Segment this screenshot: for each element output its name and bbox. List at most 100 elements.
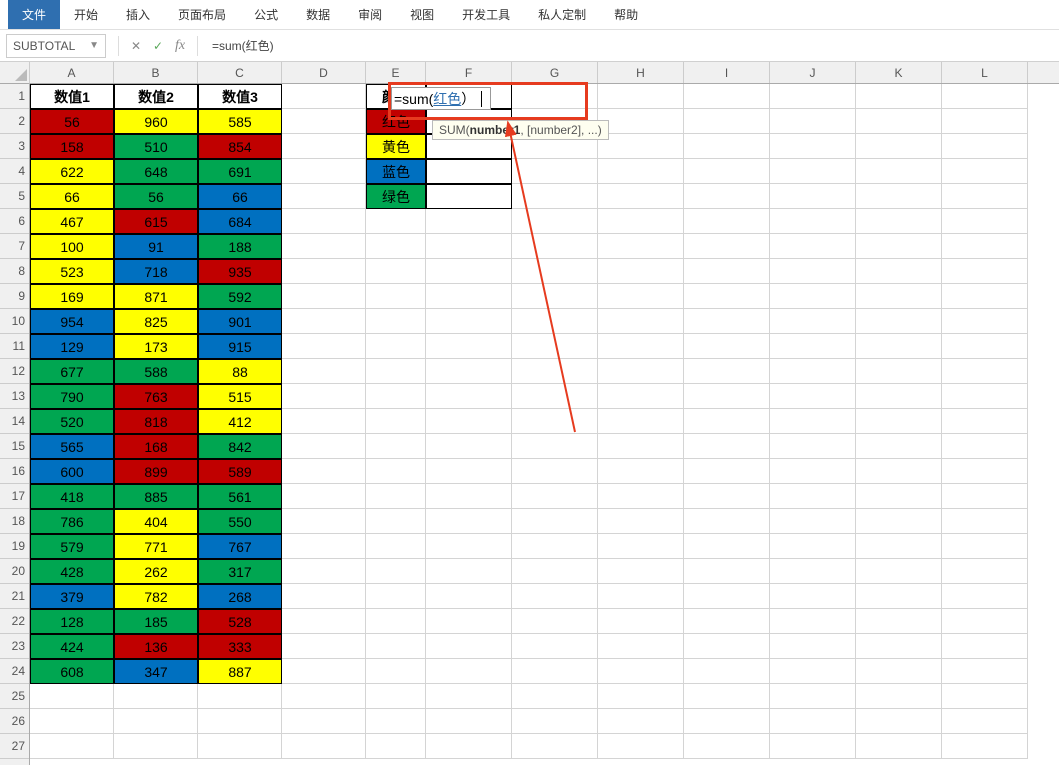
- cell-L10[interactable]: [942, 309, 1028, 334]
- cell-H11[interactable]: [598, 334, 684, 359]
- cell-G21[interactable]: [512, 584, 598, 609]
- row-header-16[interactable]: 16: [0, 459, 29, 484]
- cell-G13[interactable]: [512, 384, 598, 409]
- menu-文件[interactable]: 文件: [8, 0, 60, 29]
- cell-B26[interactable]: [114, 709, 198, 734]
- cell-E25[interactable]: [366, 684, 426, 709]
- cell-B14[interactable]: 818: [114, 409, 198, 434]
- cell-H26[interactable]: [598, 709, 684, 734]
- cell-I25[interactable]: [684, 684, 770, 709]
- cell-G17[interactable]: [512, 484, 598, 509]
- row-header-9[interactable]: 9: [0, 284, 29, 309]
- cell-K4[interactable]: [856, 159, 942, 184]
- row-header-21[interactable]: 21: [0, 584, 29, 609]
- cell-G24[interactable]: [512, 659, 598, 684]
- cell-I23[interactable]: [684, 634, 770, 659]
- cell-L14[interactable]: [942, 409, 1028, 434]
- cell-L22[interactable]: [942, 609, 1028, 634]
- cell-E8[interactable]: [366, 259, 426, 284]
- cell-C23[interactable]: 333: [198, 634, 282, 659]
- cell-L8[interactable]: [942, 259, 1028, 284]
- row-header-4[interactable]: 4: [0, 159, 29, 184]
- cell-C9[interactable]: 592: [198, 284, 282, 309]
- menu-公式[interactable]: 公式: [240, 0, 292, 29]
- cell-I17[interactable]: [684, 484, 770, 509]
- cell-D24[interactable]: [282, 659, 366, 684]
- cell-E22[interactable]: [366, 609, 426, 634]
- cell-H21[interactable]: [598, 584, 684, 609]
- cell-I5[interactable]: [684, 184, 770, 209]
- cell-J10[interactable]: [770, 309, 856, 334]
- cell-K10[interactable]: [856, 309, 942, 334]
- cell-D18[interactable]: [282, 509, 366, 534]
- enter-icon[interactable]: ✓: [147, 35, 169, 57]
- cell-J7[interactable]: [770, 234, 856, 259]
- cell-K12[interactable]: [856, 359, 942, 384]
- cell-I8[interactable]: [684, 259, 770, 284]
- cell-L18[interactable]: [942, 509, 1028, 534]
- cell-J22[interactable]: [770, 609, 856, 634]
- cell-I12[interactable]: [684, 359, 770, 384]
- cell-K18[interactable]: [856, 509, 942, 534]
- col-header-B[interactable]: B: [114, 62, 198, 83]
- cell-J13[interactable]: [770, 384, 856, 409]
- cell-D22[interactable]: [282, 609, 366, 634]
- cell-D5[interactable]: [282, 184, 366, 209]
- cell-J15[interactable]: [770, 434, 856, 459]
- cell-J17[interactable]: [770, 484, 856, 509]
- row-header-1[interactable]: 1: [0, 84, 29, 109]
- cell-H27[interactable]: [598, 734, 684, 759]
- row-header-11[interactable]: 11: [0, 334, 29, 359]
- cell-E19[interactable]: [366, 534, 426, 559]
- cell-D27[interactable]: [282, 734, 366, 759]
- cell-G20[interactable]: [512, 559, 598, 584]
- cell-B21[interactable]: 782: [114, 584, 198, 609]
- cell-A4[interactable]: 622: [30, 159, 114, 184]
- row-header-2[interactable]: 2: [0, 109, 29, 134]
- cell-B6[interactable]: 615: [114, 209, 198, 234]
- cell-A11[interactable]: 129: [30, 334, 114, 359]
- cell-G7[interactable]: [512, 234, 598, 259]
- cell-C3[interactable]: 854: [198, 134, 282, 159]
- cell-A12[interactable]: 677: [30, 359, 114, 384]
- cell-D2[interactable]: [282, 109, 366, 134]
- cell-K27[interactable]: [856, 734, 942, 759]
- cell-L13[interactable]: [942, 384, 1028, 409]
- col-header-I[interactable]: I: [684, 62, 770, 83]
- cell-I4[interactable]: [684, 159, 770, 184]
- menu-开始[interactable]: 开始: [60, 0, 112, 29]
- cell-K21[interactable]: [856, 584, 942, 609]
- cell-D6[interactable]: [282, 209, 366, 234]
- cell-B10[interactable]: 825: [114, 309, 198, 334]
- menu-数据[interactable]: 数据: [292, 0, 344, 29]
- cell-J27[interactable]: [770, 734, 856, 759]
- cell-I13[interactable]: [684, 384, 770, 409]
- cell-F7[interactable]: [426, 234, 512, 259]
- cell-I26[interactable]: [684, 709, 770, 734]
- cell-A15[interactable]: 565: [30, 434, 114, 459]
- row-header-13[interactable]: 13: [0, 384, 29, 409]
- cell-I9[interactable]: [684, 284, 770, 309]
- cell-C20[interactable]: 317: [198, 559, 282, 584]
- row-header-22[interactable]: 22: [0, 609, 29, 634]
- cell-H15[interactable]: [598, 434, 684, 459]
- cell-C17[interactable]: 561: [198, 484, 282, 509]
- cell-H5[interactable]: [598, 184, 684, 209]
- spreadsheet-grid[interactable]: ABCDEFGHIJKL 123456789101112131415161718…: [0, 62, 1059, 765]
- cell-E3[interactable]: 黄色: [366, 134, 426, 159]
- cell-B25[interactable]: [114, 684, 198, 709]
- cell-editor[interactable]: =sum(红色）: [391, 87, 491, 110]
- cell-F14[interactable]: [426, 409, 512, 434]
- cell-L20[interactable]: [942, 559, 1028, 584]
- cell-J14[interactable]: [770, 409, 856, 434]
- cell-I24[interactable]: [684, 659, 770, 684]
- cell-E27[interactable]: [366, 734, 426, 759]
- cell-H23[interactable]: [598, 634, 684, 659]
- cell-L7[interactable]: [942, 234, 1028, 259]
- cell-J25[interactable]: [770, 684, 856, 709]
- menu-私人定制[interactable]: 私人定制: [524, 0, 600, 29]
- cell-I27[interactable]: [684, 734, 770, 759]
- cell-D11[interactable]: [282, 334, 366, 359]
- row-header-12[interactable]: 12: [0, 359, 29, 384]
- cell-J24[interactable]: [770, 659, 856, 684]
